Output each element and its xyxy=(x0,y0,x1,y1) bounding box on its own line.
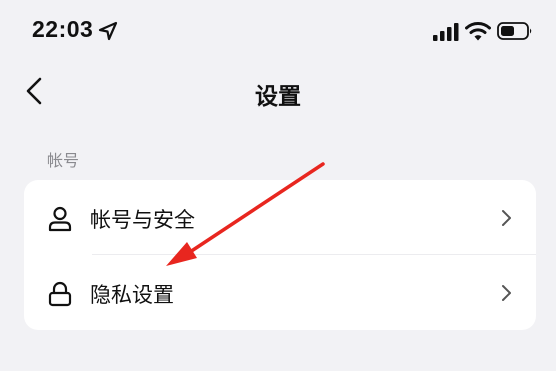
chevron-right-icon xyxy=(502,210,511,226)
wifi-icon xyxy=(465,22,491,41)
navigation-bar: 设置 xyxy=(0,62,556,122)
user-icon xyxy=(48,206,72,232)
settings-row-account-security[interactable]: 帐号与安全 xyxy=(24,180,536,255)
battery-icon xyxy=(497,22,532,40)
row-label-privacy: 隐私设置 xyxy=(90,283,174,307)
status-bar: 22:03 xyxy=(0,0,556,62)
settings-row-privacy[interactable]: 隐私设置 xyxy=(24,255,536,330)
settings-card-account: 帐号与安全 隐私设置 xyxy=(24,180,536,330)
page-title: 设置 xyxy=(255,84,301,110)
section-header-account: 帐号 xyxy=(47,151,80,170)
chevron-right-icon xyxy=(502,285,511,301)
lock-icon xyxy=(48,281,72,307)
status-time: 22:03 xyxy=(32,16,94,42)
row-label-account-security: 帐号与安全 xyxy=(90,208,195,232)
location-arrow-icon xyxy=(98,21,118,41)
cellular-signal-icon xyxy=(433,23,459,41)
